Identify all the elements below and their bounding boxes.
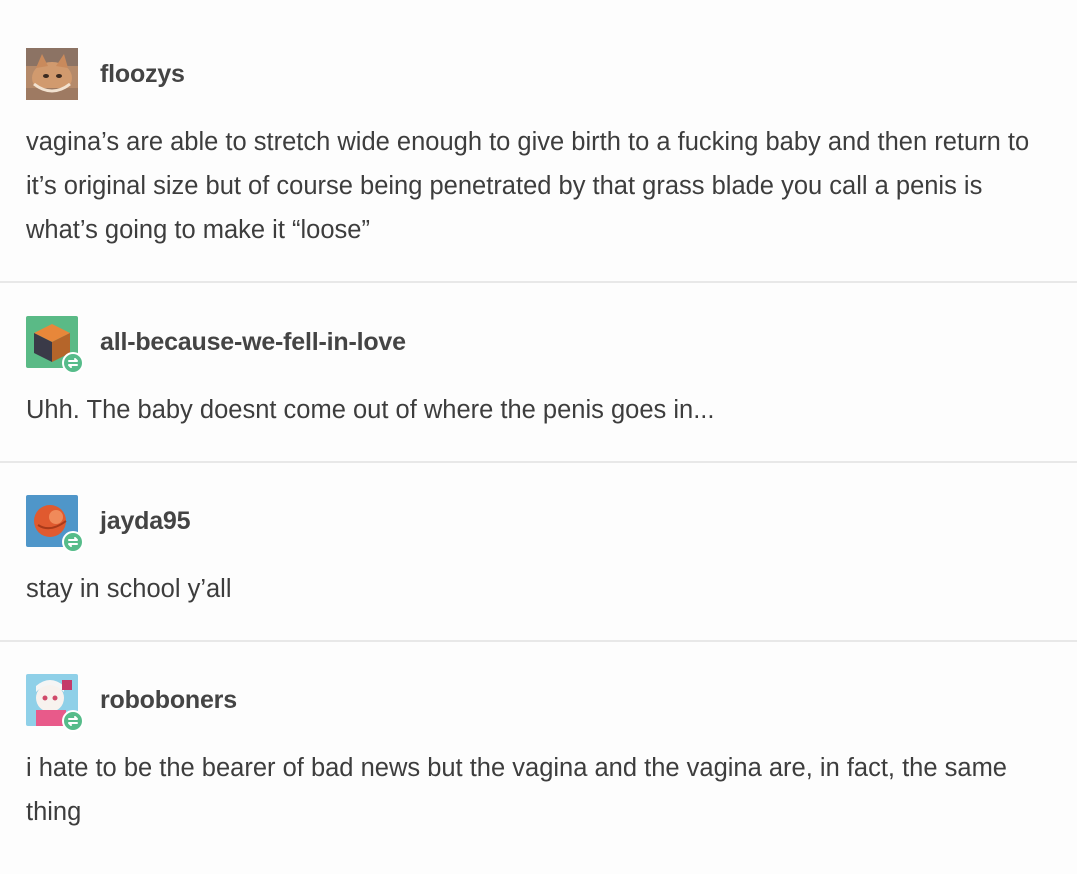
post-body-text: i hate to be the bearer of bad news but … — [26, 754, 1007, 826]
post-username[interactable]: floozys — [100, 60, 185, 89]
anime-character-icon[interactable] — [26, 674, 84, 732]
orange-planet-icon[interactable] — [26, 495, 84, 553]
post-divider — [0, 640, 1077, 642]
post-divider — [0, 461, 1077, 463]
thread-post: floozys vagina’s are able to stretch wid… — [0, 48, 1077, 252]
thread-post: jayda95 stay in school y’all — [0, 495, 1077, 611]
post-divider — [0, 281, 1077, 283]
post-body-text: stay in school y’all — [26, 575, 232, 603]
reblog-icon — [62, 531, 84, 553]
cat-photo-icon[interactable] — [26, 48, 78, 100]
cube-icon[interactable] — [26, 316, 84, 374]
post-header: jayda95 — [26, 495, 1037, 553]
post-body-text: vagina’s are able to stretch wide enough… — [26, 128, 1030, 244]
thread-post: all-because-we-fell-in-love Uhh. The bab… — [0, 316, 1077, 432]
post-body-text: Uhh. The baby doesnt come out of where t… — [26, 396, 715, 424]
reblog-thread: floozys vagina’s are able to stretch wid… — [0, 0, 1077, 874]
post-header: roboboners — [26, 674, 1037, 732]
reblog-icon — [62, 352, 84, 374]
post-header: all-because-we-fell-in-love — [26, 316, 1037, 374]
reblog-icon — [62, 710, 84, 732]
post-username[interactable]: all-because-we-fell-in-love — [100, 328, 406, 357]
post-header: floozys — [26, 48, 1037, 100]
post-username[interactable]: jayda95 — [100, 507, 191, 536]
thread-post: roboboners i hate to be the bearer of ba… — [0, 674, 1077, 834]
post-username[interactable]: roboboners — [100, 686, 237, 715]
